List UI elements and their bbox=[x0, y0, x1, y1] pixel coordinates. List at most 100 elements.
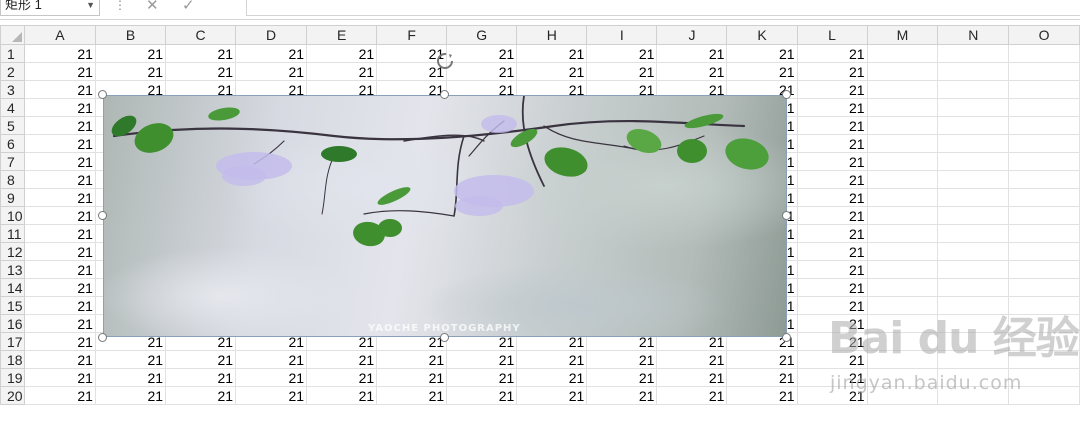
cell-i2[interactable]: 21 bbox=[586, 62, 658, 81]
row-header[interactable]: 3 bbox=[0, 80, 25, 99]
row-header[interactable]: 5 bbox=[0, 116, 25, 135]
cell-l4[interactable]: 21 bbox=[796, 98, 868, 117]
cell-m8[interactable] bbox=[866, 170, 939, 189]
cell-o12[interactable] bbox=[1008, 242, 1080, 261]
cell-n14[interactable] bbox=[937, 278, 1010, 297]
cell-c1[interactable]: 21 bbox=[165, 44, 237, 63]
cell-a2[interactable]: 21 bbox=[23, 62, 96, 81]
cell-m1[interactable] bbox=[866, 44, 939, 63]
cell-o3[interactable] bbox=[1008, 80, 1080, 99]
cell-m13[interactable] bbox=[866, 260, 939, 279]
cell-o5[interactable] bbox=[1008, 116, 1080, 135]
cell-m2[interactable] bbox=[866, 62, 939, 81]
cell-a8[interactable]: 21 bbox=[23, 170, 96, 189]
cell-k20[interactable]: 21 bbox=[726, 386, 798, 405]
resize-handle-bottom[interactable] bbox=[440, 333, 449, 342]
cell-m5[interactable] bbox=[866, 116, 939, 135]
row-header[interactable]: 4 bbox=[0, 98, 25, 117]
cell-n12[interactable] bbox=[937, 242, 1010, 261]
cell-c18[interactable]: 21 bbox=[165, 350, 237, 369]
cell-n10[interactable] bbox=[937, 206, 1010, 225]
cell-j20[interactable]: 21 bbox=[656, 386, 728, 405]
resize-handle-left[interactable] bbox=[98, 211, 107, 220]
formula-input[interactable] bbox=[246, 0, 1080, 16]
cell-o2[interactable] bbox=[1008, 62, 1080, 81]
cell-b20[interactable]: 21 bbox=[94, 386, 167, 405]
cell-e2[interactable]: 21 bbox=[306, 62, 378, 81]
cell-o8[interactable] bbox=[1008, 170, 1080, 189]
column-header-l[interactable]: L bbox=[796, 25, 868, 45]
row-header[interactable]: 13 bbox=[0, 260, 25, 279]
cell-n1[interactable] bbox=[937, 44, 1010, 63]
cell-h19[interactable]: 21 bbox=[516, 368, 588, 387]
cell-o10[interactable] bbox=[1008, 206, 1080, 225]
cell-o9[interactable] bbox=[1008, 188, 1080, 207]
row-header[interactable]: 17 bbox=[0, 332, 25, 351]
cell-b18[interactable]: 21 bbox=[94, 350, 167, 369]
row-header[interactable]: 2 bbox=[0, 62, 25, 81]
cell-a1[interactable]: 21 bbox=[23, 44, 96, 63]
row-header[interactable]: 8 bbox=[0, 170, 25, 189]
cell-e1[interactable]: 21 bbox=[306, 44, 378, 63]
column-header-j[interactable]: J bbox=[656, 25, 728, 45]
row-header[interactable]: 14 bbox=[0, 278, 25, 297]
cell-l9[interactable]: 21 bbox=[796, 188, 868, 207]
resize-handle-right[interactable] bbox=[782, 211, 791, 220]
resize-handle-top-right[interactable] bbox=[782, 90, 791, 99]
cell-a15[interactable]: 21 bbox=[23, 296, 96, 315]
cell-a4[interactable]: 21 bbox=[23, 98, 96, 117]
cell-n2[interactable] bbox=[937, 62, 1010, 81]
cell-j2[interactable]: 21 bbox=[656, 62, 728, 81]
row-header[interactable]: 6 bbox=[0, 134, 25, 153]
cell-n7[interactable] bbox=[937, 152, 1010, 171]
resize-handle-top-left[interactable] bbox=[98, 90, 107, 99]
cell-a19[interactable]: 21 bbox=[23, 368, 96, 387]
column-header-k[interactable]: K bbox=[726, 25, 798, 45]
cell-l5[interactable]: 21 bbox=[796, 116, 868, 135]
cell-f18[interactable]: 21 bbox=[376, 350, 448, 369]
cell-l3[interactable]: 21 bbox=[796, 80, 868, 99]
cell-n3[interactable] bbox=[937, 80, 1010, 99]
column-header-m[interactable]: M bbox=[866, 25, 939, 45]
row-header[interactable]: 11 bbox=[0, 224, 25, 243]
cell-h18[interactable]: 21 bbox=[516, 350, 588, 369]
row-header[interactable]: 9 bbox=[0, 188, 25, 207]
cell-a12[interactable]: 21 bbox=[23, 242, 96, 261]
cell-c19[interactable]: 21 bbox=[165, 368, 237, 387]
cell-n6[interactable] bbox=[937, 134, 1010, 153]
cell-l8[interactable]: 21 bbox=[796, 170, 868, 189]
cell-l1[interactable]: 21 bbox=[796, 44, 868, 63]
cell-l14[interactable]: 21 bbox=[796, 278, 868, 297]
cell-e20[interactable]: 21 bbox=[306, 386, 378, 405]
cell-j19[interactable]: 21 bbox=[656, 368, 728, 387]
cell-b1[interactable]: 21 bbox=[94, 44, 167, 63]
column-header-g[interactable]: G bbox=[446, 25, 518, 45]
cell-m6[interactable] bbox=[866, 134, 939, 153]
row-header[interactable]: 1 bbox=[0, 44, 25, 63]
cell-m4[interactable] bbox=[866, 98, 939, 117]
close-icon[interactable]: ✕ bbox=[146, 0, 159, 14]
cell-j18[interactable]: 21 bbox=[656, 350, 728, 369]
cell-o1[interactable] bbox=[1008, 44, 1080, 63]
cell-d1[interactable]: 21 bbox=[235, 44, 308, 63]
column-header-h[interactable]: H bbox=[516, 25, 588, 45]
row-header[interactable]: 12 bbox=[0, 242, 25, 261]
row-header[interactable]: 10 bbox=[0, 206, 25, 225]
column-header-d[interactable]: D bbox=[235, 25, 308, 45]
cell-g18[interactable]: 21 bbox=[446, 350, 518, 369]
cell-m3[interactable] bbox=[866, 80, 939, 99]
cell-d19[interactable]: 21 bbox=[235, 368, 308, 387]
cell-i1[interactable]: 21 bbox=[586, 44, 658, 63]
resize-handle-bottom-right[interactable] bbox=[782, 333, 791, 342]
cell-a18[interactable]: 21 bbox=[23, 350, 96, 369]
cell-k2[interactable]: 21 bbox=[726, 62, 798, 81]
row-header[interactable]: 7 bbox=[0, 152, 25, 171]
cell-l7[interactable]: 21 bbox=[796, 152, 868, 171]
cell-a17[interactable]: 21 bbox=[23, 332, 96, 351]
cell-b2[interactable]: 21 bbox=[94, 62, 167, 81]
select-all-corner[interactable] bbox=[0, 25, 25, 45]
chevron-down-icon[interactable]: ▼ bbox=[86, 0, 95, 16]
cell-a13[interactable]: 21 bbox=[23, 260, 96, 279]
cell-a7[interactable]: 21 bbox=[23, 152, 96, 171]
column-header-b[interactable]: B bbox=[94, 25, 167, 45]
